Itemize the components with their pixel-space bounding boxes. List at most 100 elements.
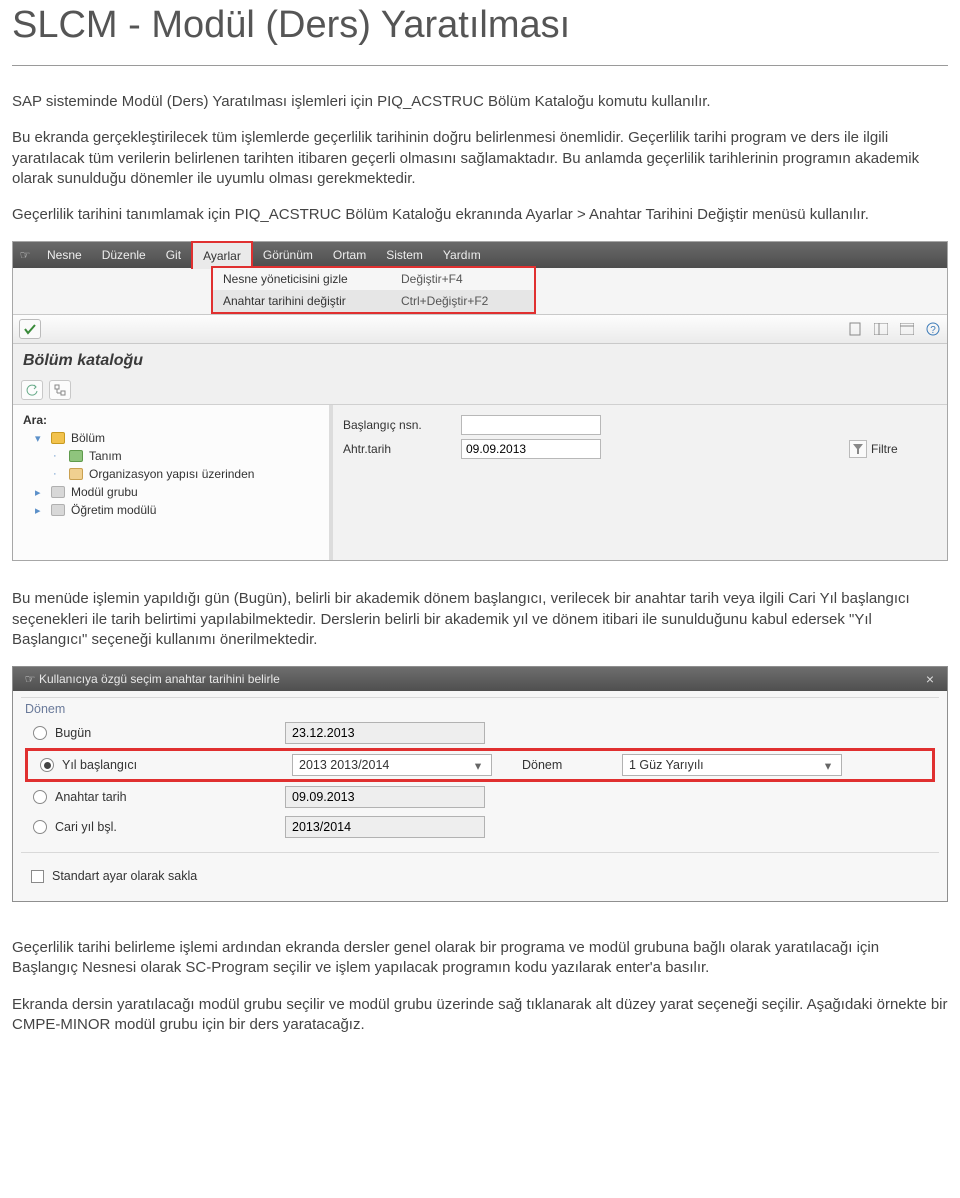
form-pane: Başlangıç nsn. Ahtr.tarih Filtre [333, 405, 947, 560]
intro-paragraph-2: Bu ekranda gerçekleştirilecek tüm işleml… [12, 128, 948, 189]
sap-screen-title: Bölüm kataloğu [13, 344, 947, 376]
accept-icon[interactable] [19, 319, 41, 339]
option-anahtar-tarih-row: Anahtar tarih [21, 782, 939, 812]
folder-icon [51, 432, 65, 444]
chevron-down-icon: ▾ [471, 758, 485, 773]
menu-gorunum[interactable]: Görünüm [253, 242, 323, 268]
dropdown-item-hide-object-manager[interactable]: Nesne yöneticisini gizle Değiştir+F4 [213, 268, 534, 290]
radio-cari-yil[interactable] [33, 820, 47, 834]
menu-sistem[interactable]: Sistem [376, 242, 433, 268]
tree-node-label: Organizasyon yapısı üzerinden [89, 467, 254, 481]
paragraph-after-2: Ekranda dersin yaratılacağı modül grubu … [12, 995, 948, 1036]
svg-text:?: ? [930, 325, 936, 336]
layout-icon[interactable] [873, 321, 889, 337]
tree-node-org-yapisi[interactable]: · Organizasyon yapısı üzerinden [53, 465, 325, 483]
intro-paragraph-1: SAP sisteminde Modül (Ders) Yaratılması … [12, 92, 948, 112]
dropdown-item-shortcut: Değiştir+F4 [393, 272, 534, 286]
option-bugun-row: Bugün [21, 718, 939, 748]
sap-body: Ara: ▾ Bölüm · Tanım · Organ [13, 405, 947, 560]
tree-node-label: Modül grubu [71, 485, 138, 499]
save-default-checkbox[interactable] [31, 870, 44, 883]
tree-node-label: Bölüm [71, 431, 105, 445]
save-default-row: Standart ayar olarak sakla [13, 861, 947, 891]
sub-toolbar [13, 376, 947, 405]
bullet-icon: · [53, 450, 63, 462]
bullet-icon: · [53, 468, 63, 480]
radio-bugun-label: Bugün [55, 726, 285, 740]
menubar: ☞ Nesne Düzenle Git Ayarlar Görünüm Orta… [13, 242, 947, 268]
filter-icon[interactable] [849, 440, 867, 458]
dialog-body: Dönem Bugün Yıl başlangıcı 2013 2013/201… [13, 691, 947, 901]
cari-yil-field [285, 816, 485, 838]
window-icon[interactable] [899, 321, 915, 337]
grid-icon [51, 504, 65, 516]
filter-label: Filtre [871, 442, 898, 456]
tree-node-ogretim-modulu[interactable]: ▸ Öğretim modülü [35, 501, 325, 519]
yil-select-value: 2013 2013/2014 [299, 758, 389, 772]
menu-git[interactable]: Git [156, 242, 191, 268]
help-icon[interactable]: ? [925, 321, 941, 337]
dropdown-item-shortcut: Ctrl+Değiştir+F2 [393, 294, 534, 308]
donem-select-value: 1 Güz Yarıyılı [629, 758, 704, 772]
page-title: SLCM - Modül (Ders) Yaratılması [12, 0, 948, 57]
intro-paragraph-3: Geçerlilik tarihini tanımlamak için PIQ_… [12, 205, 948, 225]
save-default-label: Standart ayar olarak sakla [52, 869, 197, 883]
ayarlar-dropdown: Nesne yöneticisini gizle Değiştir+F4 Ana… [211, 266, 536, 314]
donem-select[interactable]: 1 Güz Yarıyılı ▾ [622, 754, 842, 776]
menu-yardim[interactable]: Yardım [433, 242, 491, 268]
chevron-right-icon: ▸ [35, 504, 45, 517]
dialog-section-donem: Dönem Bugün Yıl başlangıcı 2013 2013/201… [21, 697, 939, 853]
yil-select[interactable]: 2013 2013/2014 ▾ [292, 754, 492, 776]
tree-toggle-icon[interactable] [49, 380, 71, 400]
tree-node-label: Tanım [89, 449, 122, 463]
dialog-title: Kullanıcıya özgü seçim anahtar tarihini … [39, 672, 280, 686]
anahtar-tarih-field [285, 786, 485, 808]
dropdown-item-label: Nesne yöneticisini gizle [213, 272, 393, 286]
chevron-right-icon: ▸ [35, 486, 45, 499]
anahtar-tarih-label: Ahtr.tarih [343, 442, 453, 456]
page-icon[interactable] [847, 321, 863, 337]
leaf-icon [69, 450, 83, 462]
menu-ayarlar[interactable]: Ayarlar [191, 241, 253, 269]
radio-anahtar-tarih-label: Anahtar tarih [55, 790, 285, 804]
section-label: Dönem [21, 698, 939, 718]
sap-screenshot-menu: ☞ Nesne Düzenle Git Ayarlar Görünüm Orta… [12, 241, 948, 561]
dialog-titlebar: ☞ Kullanıcıya özgü seçim anahtar tarihin… [13, 667, 947, 691]
option-cari-yil-row: Cari yıl bşl. [21, 812, 939, 842]
option-yil-baslangici-row: Yıl başlangıcı 2013 2013/2014 ▾ Dönem 1 … [25, 748, 935, 782]
menu-ortam[interactable]: Ortam [323, 242, 376, 268]
bugun-date-field [285, 722, 485, 744]
dialog-icon: ☞ [21, 672, 39, 686]
tree-node-label: Öğretim modülü [71, 503, 156, 517]
donem-label: Dönem [492, 758, 622, 772]
sap-screenshot-dialog: ☞ Kullanıcıya özgü seçim anahtar tarihin… [12, 666, 948, 902]
divider [12, 65, 948, 66]
anahtar-tarih-input[interactable] [461, 439, 601, 459]
refresh-icon[interactable] [21, 380, 43, 400]
radio-anahtar-tarih[interactable] [33, 790, 47, 804]
tree-node-tanim[interactable]: · Tanım [53, 447, 325, 465]
menu-duzenle[interactable]: Düzenle [92, 242, 156, 268]
paragraph-after-1: Geçerlilik tarihi belirleme işlemi ardın… [12, 938, 948, 979]
standard-toolbar: ? [13, 314, 947, 344]
tree-node-bolum[interactable]: ▾ Bölüm [35, 429, 325, 447]
baslangic-nesnesi-label: Başlangıç nsn. [343, 418, 453, 432]
dropdown-item-label: Anahtar tarihini değiştir [213, 294, 393, 308]
radio-cari-yil-label: Cari yıl bşl. [55, 820, 285, 834]
tree-node-modul-grubu[interactable]: ▸ Modül grubu [35, 483, 325, 501]
menu-nesne[interactable]: Nesne [37, 242, 92, 268]
menu-corner-icon: ☞ [13, 248, 37, 262]
stack-icon [69, 468, 83, 480]
baslangic-nesnesi-input[interactable] [461, 415, 601, 435]
radio-yil-baslangici-label: Yıl başlangıcı [62, 758, 292, 772]
radio-bugun[interactable] [33, 726, 47, 740]
close-icon[interactable]: × [921, 671, 939, 687]
chevron-down-icon: ▾ [35, 432, 45, 445]
chevron-down-icon: ▾ [821, 758, 835, 773]
paragraph-between: Bu menüde işlemin yapıldığı gün (Bugün),… [12, 589, 948, 650]
search-label: Ara: [17, 411, 325, 429]
dropdown-item-change-key-date[interactable]: Anahtar tarihini değiştir Ctrl+Değiştir+… [213, 290, 534, 312]
navigation-tree: Ara: ▾ Bölüm · Tanım · Organ [13, 405, 333, 560]
radio-yil-baslangici[interactable] [40, 758, 54, 772]
grid-icon [51, 486, 65, 498]
